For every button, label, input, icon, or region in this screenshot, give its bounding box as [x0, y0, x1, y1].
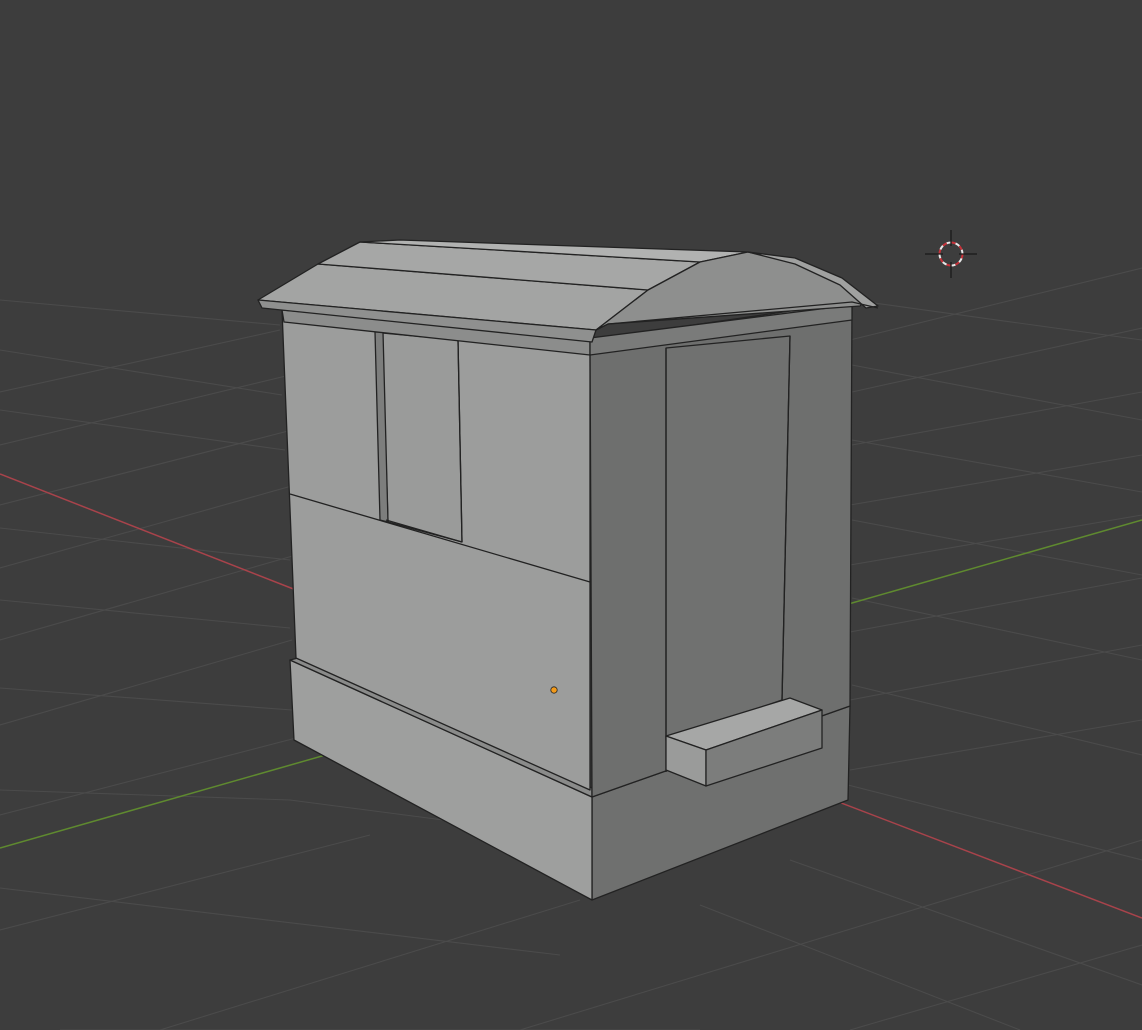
door-recess-panel — [665, 335, 791, 741]
window-pane — [381, 332, 463, 543]
object-origin-icon[interactable] — [550, 686, 558, 694]
viewport-canvas[interactable] — [0, 0, 1142, 1030]
3d-viewport[interactable] — [0, 0, 1142, 1030]
